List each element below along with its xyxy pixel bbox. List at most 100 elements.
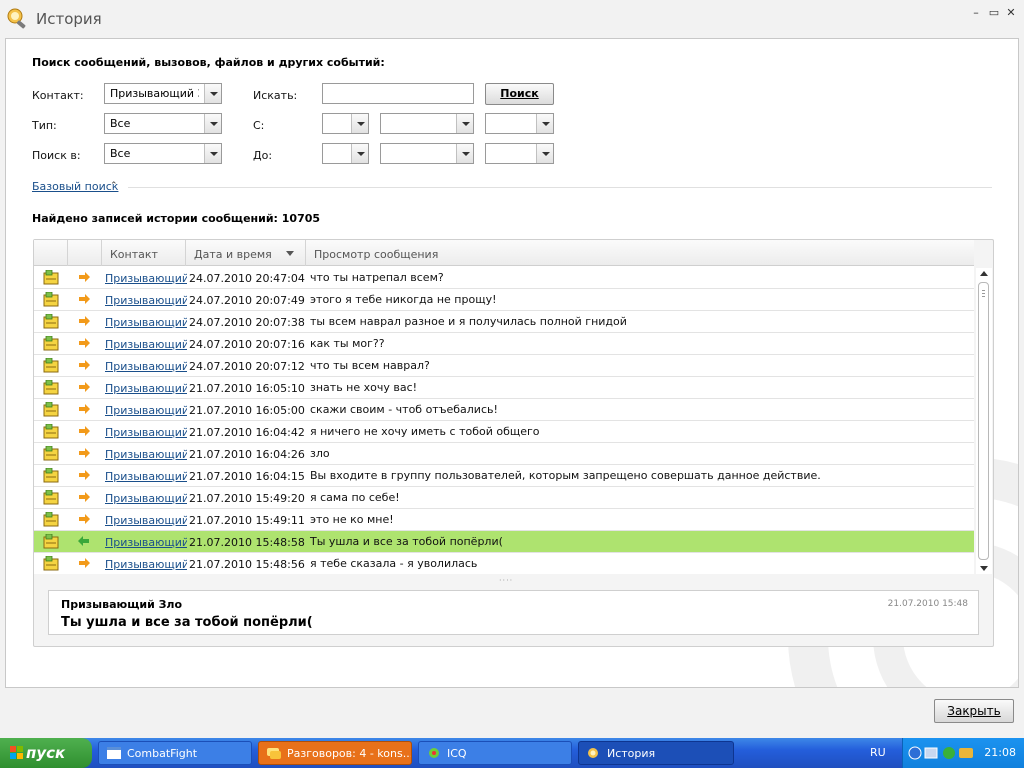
table-row[interactable]: Призывающий Зло21.07.2010 15:49:11 это не… (34, 509, 974, 531)
column-header-type-icon[interactable] (34, 240, 68, 266)
row-contact-link[interactable]: Призывающий Зло (105, 338, 187, 351)
from-month-select[interactable] (380, 113, 474, 134)
maximize-button[interactable]: ▭ (987, 6, 1001, 20)
row-message: зло (310, 447, 330, 460)
taskbar-item-label: История (607, 747, 656, 760)
table-row[interactable]: Призывающий Зло21.07.2010 16:04:15 Вы вхо… (34, 465, 974, 487)
grip-line (982, 293, 985, 294)
from-day-select[interactable] (322, 113, 369, 134)
message-type-icon (43, 446, 59, 461)
search-in-select[interactable]: Все (104, 143, 222, 164)
to-year-select[interactable] (485, 143, 554, 164)
row-contact-link[interactable]: Призывающий Зло (105, 558, 187, 571)
table-row[interactable]: Призывающий Зло21.07.2010 15:48:56 я тебе… (34, 553, 974, 574)
row-contact-link[interactable]: Призывающий Зло (105, 426, 187, 439)
windows-logo-icon (10, 746, 23, 759)
sort-descending-icon (286, 251, 294, 256)
outgoing-arrow-icon (79, 360, 90, 370)
scroll-up-icon[interactable] (980, 271, 988, 276)
scroll-down-icon[interactable] (980, 566, 988, 571)
chevron-down-icon[interactable] (204, 114, 221, 133)
collapse-icon[interactable]: ⌃ (110, 181, 118, 191)
scrollbar-thumb[interactable] (978, 282, 989, 560)
chevron-down-icon[interactable] (204, 84, 221, 103)
language-indicator[interactable]: RU (870, 746, 886, 759)
start-button[interactable]: пуск (0, 738, 92, 768)
outgoing-arrow-icon (79, 338, 90, 348)
from-year-select[interactable] (485, 113, 554, 134)
row-contact-link[interactable]: Призывающий Зло (105, 470, 187, 483)
icq-flower-icon (429, 748, 439, 758)
taskbar-item-combatfight[interactable]: CombatFight (98, 741, 252, 765)
history-window: История – ▭ ✕ Поиск сообщений, вызовов, … (0, 0, 1024, 738)
row-contact-link[interactable]: Призывающий Зло (105, 404, 187, 417)
taskbar-item-history[interactable]: История (578, 741, 734, 765)
to-month-select[interactable] (380, 143, 474, 164)
column-header-direction[interactable] (68, 240, 102, 266)
message-type-icon (43, 402, 59, 417)
row-contact-link[interactable]: Призывающий Зло (105, 316, 187, 329)
row-message: я сама по себе! (310, 491, 400, 504)
row-contact-link[interactable]: Призывающий Зло (105, 294, 187, 307)
contact-select-value: Призывающий Зло (110, 87, 199, 100)
splitter-handle[interactable]: ···· (499, 577, 515, 585)
row-datetime: 21.07.2010 15:49:11 (189, 514, 305, 527)
start-label: пуск (26, 744, 66, 762)
find-input[interactable] (322, 83, 474, 104)
column-header-message[interactable]: Просмотр сообщения (306, 240, 974, 266)
clock: 21:08 (984, 746, 1016, 759)
close-button[interactable]: Закрыть (934, 699, 1014, 723)
contact-select[interactable]: Призывающий Зло (104, 83, 222, 104)
outgoing-arrow-icon (79, 272, 90, 282)
message-type-icon (43, 292, 59, 307)
table-row[interactable]: Призывающий Зло24.07.2010 20:47:04 что ты… (34, 267, 974, 289)
row-contact-link[interactable]: Призывающий Зло (105, 492, 187, 505)
table-row[interactable]: Призывающий Зло21.07.2010 15:48:58 Ты ушл… (34, 531, 974, 553)
to-day-select[interactable] (322, 143, 369, 164)
table-row[interactable]: Призывающий Зло21.07.2010 16:05:00 скажи … (34, 399, 974, 421)
chevron-down-icon[interactable] (204, 144, 221, 163)
row-contact-link[interactable]: Призывающий Зло (105, 514, 187, 527)
table-row[interactable]: Призывающий Зло21.07.2010 16:04:42 я ниче… (34, 421, 974, 443)
chevron-down-icon[interactable] (536, 144, 553, 163)
type-select-value: Все (110, 117, 131, 130)
message-type-icon (43, 380, 59, 395)
row-contact-link[interactable]: Призывающий Зло (105, 272, 187, 285)
title-bar[interactable]: История – ▭ ✕ (0, 0, 1024, 36)
table-row[interactable]: Призывающий Зло24.07.2010 20:07:38 ты все… (34, 311, 974, 333)
table-row[interactable]: Призывающий Зло21.07.2010 15:49:20 я сама… (34, 487, 974, 509)
row-contact-link[interactable]: Призывающий Зло (105, 448, 187, 461)
chevron-down-icon[interactable] (536, 114, 553, 133)
table-row[interactable]: Призывающий Зло24.07.2010 20:07:12 что ты… (34, 355, 974, 377)
contact-label: Контакт: (32, 89, 84, 102)
chevron-down-icon[interactable] (351, 114, 368, 133)
table-row[interactable]: Призывающий Зло21.07.2010 16:04:26 зло (34, 443, 974, 465)
tray-icons[interactable] (907, 745, 977, 761)
basic-search-link[interactable]: Базовый поиск (32, 180, 118, 193)
chevron-down-icon[interactable] (351, 144, 368, 163)
taskbar-item-conversations[interactable]: Разговоров: 4 - kons... (258, 741, 412, 765)
message-type-icon (43, 534, 59, 549)
search-in-label: Поиск в: (32, 149, 81, 162)
vertical-scrollbar[interactable] (976, 268, 992, 574)
row-contact-link[interactable]: Призывающий Зло (105, 382, 187, 395)
table-row[interactable]: Призывающий Зло21.07.2010 16:05:10 знать … (34, 377, 974, 399)
row-message: что ты всем наврал? (310, 359, 430, 372)
to-label: До: (253, 149, 273, 162)
search-button[interactable]: Поиск (485, 83, 554, 105)
column-header-contact[interactable]: Контакт (102, 240, 186, 266)
row-contact-link[interactable]: Призывающий Зло (105, 536, 187, 549)
taskbar-item-icq[interactable]: ICQ (418, 741, 572, 765)
outgoing-arrow-icon (79, 492, 90, 502)
close-window-button[interactable]: ✕ (1004, 6, 1018, 20)
chevron-down-icon[interactable] (456, 114, 473, 133)
table-row[interactable]: Призывающий Зло24.07.2010 20:07:49 этого … (34, 289, 974, 311)
find-label: Искать: (253, 89, 298, 102)
type-select[interactable]: Все (104, 113, 222, 134)
minimize-button[interactable]: – (969, 6, 983, 20)
row-message: Ты ушла и все за тобой попёрли( (310, 535, 503, 548)
chevron-down-icon[interactable] (456, 144, 473, 163)
table-row[interactable]: Призывающий Зло24.07.2010 20:07:16 как ты… (34, 333, 974, 355)
row-contact-link[interactable]: Призывающий Зло (105, 360, 187, 373)
row-message: я тебе сказала - я уволилась (310, 557, 478, 570)
